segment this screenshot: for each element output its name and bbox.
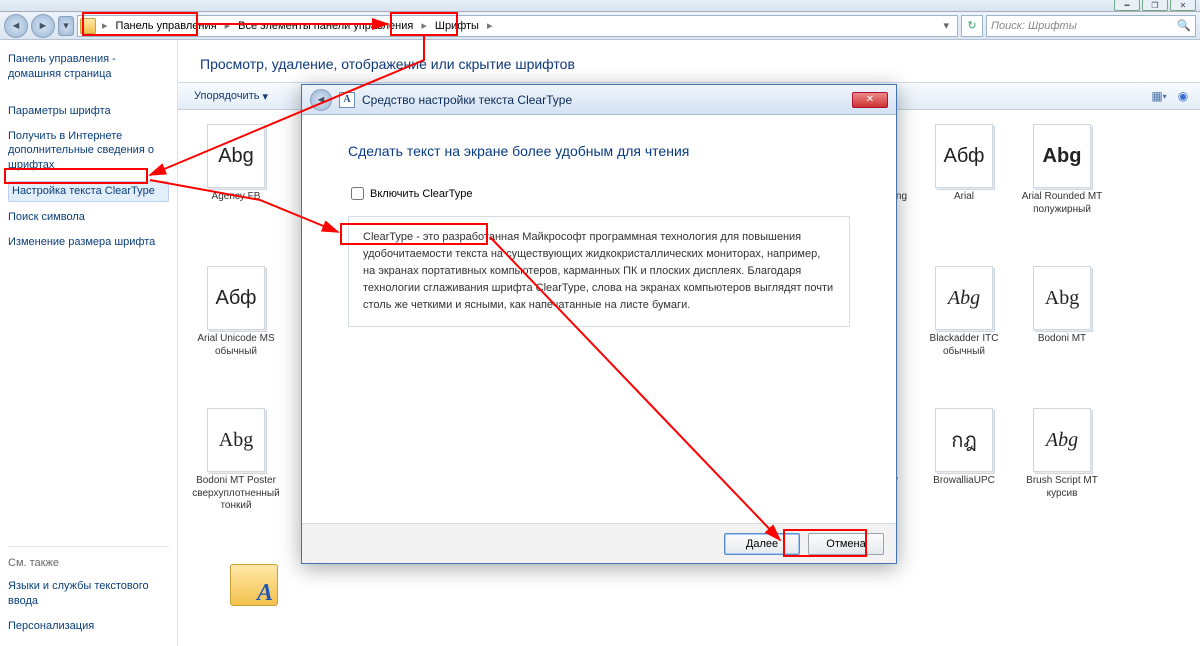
dialog-title-text: Средство настройки текста ClearType — [362, 93, 572, 107]
dialog-footer: Далее Отмена — [302, 523, 896, 563]
see-also-link[interactable]: Персонализация — [8, 617, 169, 636]
chevron-icon[interactable]: ▸ — [100, 19, 110, 32]
sidebar-link-online-info[interactable]: Получить в Интернете дополнительные свед… — [8, 127, 169, 176]
search-input[interactable]: Поиск: Шрифты 🔍 — [986, 15, 1196, 37]
sidebar: Панель управления - домашняя страница Па… — [0, 40, 178, 646]
sidebar-link-font-size[interactable]: Изменение размера шрифта — [8, 233, 169, 252]
breadcrumb-item[interactable]: Шрифты — [431, 18, 483, 34]
organize-label: Упорядочить — [194, 90, 259, 102]
font-name-label: Bodoni MT — [1015, 333, 1110, 346]
nav-history-button[interactable]: ▾ — [58, 16, 74, 36]
font-item[interactable]: กฎ BrowalliaUPC — [916, 408, 1012, 544]
font-thumbnail: Abg — [1033, 124, 1091, 188]
enable-cleartype-checkbox[interactable] — [351, 187, 364, 200]
dialog-back-button[interactable]: ◄ — [310, 89, 332, 111]
font-thumbnail: Abg — [935, 266, 993, 330]
minimize-button[interactable]: ━ — [1114, 0, 1140, 11]
font-thumbnail: Абф — [207, 266, 265, 330]
chevron-icon[interactable]: ▸ — [485, 19, 495, 32]
nav-forward-button[interactable]: ► — [31, 14, 55, 38]
see-also-header: См. также — [8, 557, 169, 569]
chevron-down-icon: ▾ — [262, 90, 268, 103]
font-name-label: Brush Script MT курсив — [1015, 475, 1110, 500]
font-name-label: Arial Rounded MT полужирный — [1015, 191, 1110, 216]
cleartype-dialog: ◄ A Средство настройки текста ClearType … — [301, 84, 897, 564]
font-name-label: Arial Unicode MS обычный — [189, 333, 284, 358]
cleartype-description: ClearType - это разработанная Майкрософт… — [348, 216, 850, 327]
font-item[interactable]: Абф Arial — [916, 124, 1012, 260]
font-name-label: Blackadder ITC обычный — [917, 333, 1012, 358]
font-thumbnail: Abg — [207, 408, 265, 472]
search-placeholder: Поиск: Шрифты — [991, 20, 1077, 32]
page-title: Просмотр, удаление, отображение или скры… — [178, 40, 1200, 82]
next-button[interactable]: Далее — [724, 533, 800, 555]
dialog-heading: Сделать текст на экране более удобным дл… — [348, 143, 850, 159]
font-name-label: BrowalliaUPC — [917, 475, 1012, 488]
sidebar-link-cleartype[interactable]: Настройка текста ClearType — [8, 181, 169, 202]
help-button[interactable]: ◉ — [1174, 87, 1192, 105]
view-mode-button[interactable]: ▦▾ — [1150, 87, 1168, 105]
font-item[interactable]: AbgBodoni MT Poster сверхуплотненный тон… — [188, 408, 284, 544]
font-name-label: Arial — [917, 191, 1012, 204]
font-thumbnail: Abg — [1033, 266, 1091, 330]
address-dropdown[interactable]: ▾ — [937, 19, 955, 32]
font-item[interactable]: Абф Arial Unicode MS обычный — [188, 266, 284, 402]
dialog-titlebar: ◄ A Средство настройки текста ClearType … — [302, 85, 896, 115]
chevron-icon[interactable]: ▸ — [419, 19, 429, 32]
cancel-button[interactable]: Отмена — [808, 533, 884, 555]
see-also-link[interactable]: Языки и службы текстового ввода — [8, 577, 169, 611]
enable-cleartype-row[interactable]: Включить ClearType — [351, 187, 850, 200]
font-item[interactable]: Abg Agency FB — [188, 124, 284, 260]
font-thumbnail: Abg — [1033, 408, 1091, 472]
nav-back-button[interactable]: ◄ — [4, 14, 28, 38]
close-button[interactable]: ✕ — [1170, 0, 1196, 11]
sidebar-link-charmap[interactable]: Поиск символа — [8, 208, 169, 227]
font-thumbnail: Абф — [935, 124, 993, 188]
font-thumbnail: กฎ — [935, 408, 993, 472]
sidebar-home-link[interactable]: Панель управления - домашняя страница — [8, 50, 169, 84]
enable-cleartype-label: Включить ClearType — [370, 188, 473, 200]
refresh-button[interactable]: ↻ — [961, 15, 983, 37]
breadcrumb-item[interactable]: Панель управления — [112, 18, 221, 34]
search-icon: 🔍 — [1177, 19, 1191, 32]
address-bar[interactable]: ▸ Панель управления ▸ Все элементы панел… — [77, 15, 958, 37]
font-name-label: Agency FB — [189, 191, 284, 204]
font-name-label: Bodoni MT Poster сверхуплотненный тонкий — [189, 475, 284, 513]
font-item[interactable]: Abg Bodoni MT — [1014, 266, 1110, 402]
chevron-icon[interactable]: ▸ — [223, 19, 233, 32]
font-item[interactable]: Abg Arial Rounded MT полужирный — [1014, 124, 1110, 260]
dialog-close-button[interactable]: ✕ — [852, 92, 888, 108]
folder-icon — [80, 18, 96, 34]
address-row: ◄ ► ▾ ▸ Панель управления ▸ Все элементы… — [0, 12, 1200, 40]
sidebar-link-font-params[interactable]: Параметры шрифта — [8, 102, 169, 121]
breadcrumb-item[interactable]: Все элементы панели управления — [234, 18, 417, 34]
fonts-folder-icon: A — [230, 564, 278, 606]
font-thumbnail: Abg — [207, 124, 265, 188]
window-titlebar: ━ ❐ ✕ — [0, 0, 1200, 12]
maximize-button[interactable]: ❐ — [1142, 0, 1168, 11]
organize-button[interactable]: Упорядочить ▾ — [186, 87, 276, 106]
font-item[interactable]: Abg Brush Script MT курсив — [1014, 408, 1110, 544]
font-item[interactable]: Abg Blackadder ITC обычный — [916, 266, 1012, 402]
app-icon: A — [339, 92, 355, 108]
